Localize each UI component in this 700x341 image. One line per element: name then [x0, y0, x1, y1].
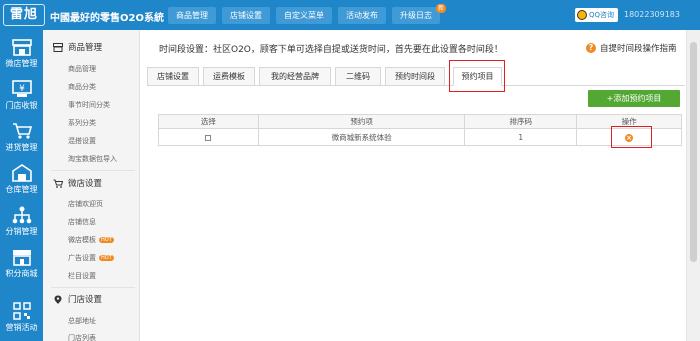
rail-label: 积分商城 [5, 269, 38, 278]
appointment-items-table: 选择 预约项 排序码 操作 微商城新系统体验 1 × [158, 114, 682, 146]
cashier-icon: ¥ [11, 80, 32, 97]
slogan: 中國最好的零售O2O系統 [50, 13, 164, 24]
nav-upgrade-log[interactable]: 升级日志新 [392, 4, 446, 24]
sidebar-item-product-category[interactable]: 商品分类 [68, 82, 96, 92]
sidebar-item-mix-settings[interactable]: 混搭设置 [68, 136, 96, 146]
nav-custom-menu[interactable]: 自定义菜单 [276, 7, 332, 24]
sidebar-item-ad-settings[interactable]: 广告设置 HOT [68, 253, 114, 263]
add-appointment-item-button[interactable]: +添加预约项目 [588, 90, 680, 107]
rail-label: 分销管理 [5, 227, 38, 236]
sidebar: 商品管理 商品管理 商品分类 事节时间分类 系列分类 混搭设置 淘宝数据包导入 … [43, 30, 140, 341]
store-icon [11, 39, 32, 56]
rail-label: 微店管理 [5, 59, 38, 68]
top-nav: 商品管理 店铺设置 自定义菜单 活动发布 升级日志新 [168, 4, 446, 24]
rail-item-marketing[interactable]: 营销活动 [0, 298, 43, 340]
sidebar-section-products[interactable]: 商品管理 [43, 38, 140, 56]
cart-icon [12, 123, 32, 139]
sidebar-item-welcome-page[interactable]: 店铺欢迎页 [68, 199, 103, 209]
qr-icon [12, 302, 31, 320]
sidebar-divider [51, 287, 135, 288]
store-icon [53, 42, 63, 52]
hot-badge: HOT [99, 255, 114, 261]
org-icon [12, 206, 31, 224]
question-icon: ? [586, 43, 596, 53]
hot-badge: HOT [99, 237, 114, 243]
rail-item-cashier[interactable]: ¥ 门店收银 [0, 76, 43, 118]
column-header-item: 预约项 [257, 114, 466, 129]
sidebar-item-season-category[interactable]: 事节时间分类 [68, 100, 110, 110]
rail-item-points-mall[interactable]: 积分商城 [0, 244, 43, 286]
nav-store-settings[interactable]: 店铺设置 [222, 7, 270, 24]
cell-item-name: 微商城新系统体验 [257, 128, 466, 146]
column-header-select: 选择 [158, 114, 259, 129]
scrollbar[interactable] [686, 30, 700, 341]
sidebar-item-hq-address[interactable]: 总部地址 [68, 316, 96, 326]
tab-my-brands[interactable]: 我的经营品牌 [259, 67, 331, 86]
icon-rail: 微店管理 ¥ 门店收银 进货管理 仓库管理 分销管理 积分商城 营销活动 [0, 30, 43, 341]
nav-product-management[interactable]: 商品管理 [168, 7, 216, 24]
qq-consult-button[interactable]: QQ咨询 [575, 8, 618, 22]
warehouse-icon [11, 164, 32, 182]
phone-number: 18022309183 [624, 10, 680, 19]
rail-item-micro-store[interactable]: 微店管理 [0, 34, 43, 76]
highlight-box [449, 60, 505, 92]
sidebar-section-stores[interactable]: 门店设置 [43, 290, 140, 308]
nav-publish-activity[interactable]: 活动发布 [338, 7, 386, 24]
rail-label: 门店收银 [5, 101, 38, 110]
qq-label: QQ咨询 [589, 11, 615, 19]
cell-sort-code: 1 [464, 128, 578, 146]
mall-icon [12, 250, 31, 266]
notice-text: 时间段设置：社区O2O，顾客下单可选择自提或送货时间，首先要在此设置各时间段！ [159, 45, 503, 55]
rail-label: 仓库管理 [5, 185, 38, 194]
table-row: 微商城新系统体验 1 × [158, 128, 682, 146]
cart-icon [53, 179, 63, 188]
sidebar-item-series-category[interactable]: 系列分类 [68, 118, 96, 128]
sidebar-item-store-list[interactable]: 门店列表 [68, 333, 96, 341]
sidebar-item-templates[interactable]: 微店模板 HOT [68, 235, 114, 245]
sidebar-item-taobao-import[interactable]: 淘宝数据包导入 [68, 154, 117, 164]
tab-time-slots[interactable]: 预约时间段 [385, 67, 445, 86]
sidebar-item-column-settings[interactable]: 栏目设置 [68, 271, 96, 281]
qq-icon [577, 10, 587, 20]
rail-item-purchasing[interactable]: 进货管理 [0, 118, 43, 160]
sidebar-divider [51, 170, 135, 171]
table-header-row: 选择 预约项 排序码 操作 [158, 114, 682, 129]
svg-text:¥: ¥ [19, 84, 25, 94]
scrollbar-thumb[interactable] [690, 42, 697, 262]
tab-qr-code[interactable]: 二维码 [335, 67, 381, 86]
column-header-sort: 排序码 [464, 114, 578, 129]
rail-item-distribution[interactable]: 分销管理 [0, 202, 43, 244]
sidebar-item-product-management[interactable]: 商品管理 [68, 64, 96, 74]
tab-shipping-template[interactable]: 运费模板 [203, 67, 255, 86]
new-badge: 新 [435, 4, 446, 13]
logo[interactable]: 雷旭 [3, 4, 45, 26]
rail-label: 进货管理 [5, 143, 38, 152]
row-checkbox[interactable] [205, 134, 212, 141]
guide-link[interactable]: ? 自提时间段操作指南 [586, 42, 677, 54]
rail-item-warehouse[interactable]: 仓库管理 [0, 160, 43, 202]
rail-label: 营销活动 [5, 323, 38, 332]
sidebar-section-micro-store[interactable]: 微店设置 [43, 174, 140, 192]
sidebar-item-store-info[interactable]: 店铺信息 [68, 217, 96, 227]
tab-store-settings[interactable]: 店铺设置 [147, 67, 199, 86]
top-bar: 雷旭 中國最好的零售O2O系統 商品管理 店铺设置 自定义菜单 活动发布 升级日… [0, 0, 700, 30]
location-pin-icon [54, 295, 62, 304]
highlight-box [611, 126, 652, 148]
